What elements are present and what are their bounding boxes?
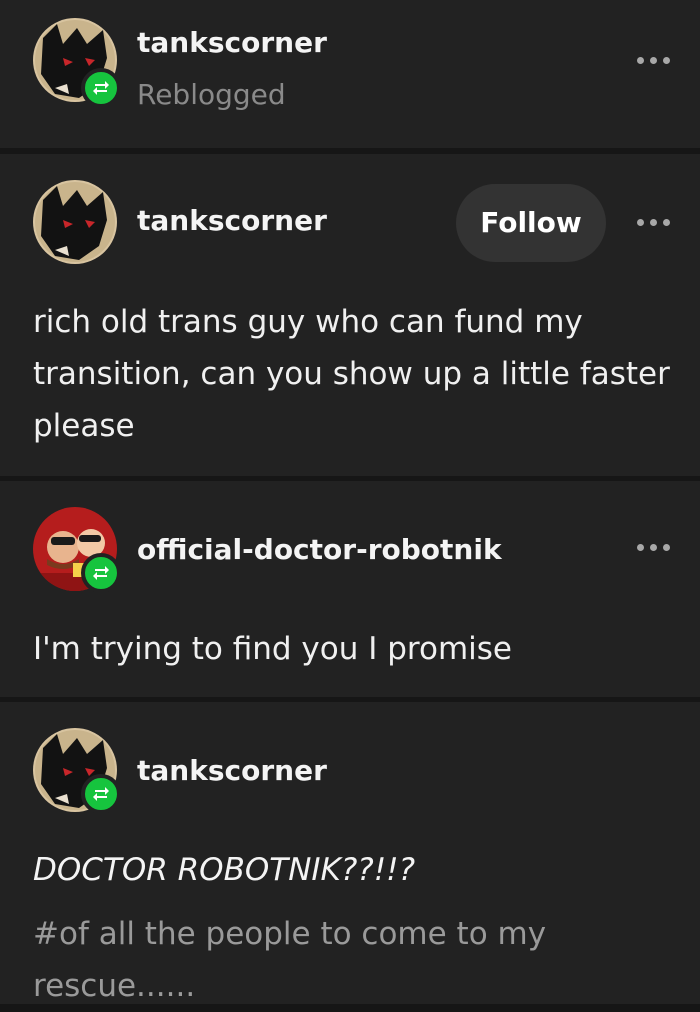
more-options-icon[interactable] [636,216,672,228]
post-tags[interactable]: #of all the people to come to my rescue.… [33,908,653,1012]
thread-post-1: tankscorner Follow rich old trans guy wh… [0,154,700,476]
username[interactable]: tankscorner [137,204,327,237]
reblog-icon [81,774,121,814]
reblog-header: tankscorner Reblogged [0,0,700,148]
username[interactable]: official-doctor-robotnik [137,533,502,566]
thread-post-2: official-doctor-robotnik I'm trying to f… [0,481,700,697]
thread-post-3: tankscorner DOCTOR ROBOTNIK??!!? #of all… [0,702,700,1004]
post-body: DOCTOR ROBOTNIK??!!? [33,852,416,888]
follow-button[interactable]: Follow [456,184,606,262]
reblog-icon [81,553,121,593]
post-body: I'm trying to find you I promise [33,631,512,667]
reblogged-label: Reblogged [137,78,286,111]
more-options-icon[interactable] [636,541,672,553]
reblog-icon [81,68,121,108]
username[interactable]: tankscorner [137,754,327,787]
more-options-icon[interactable] [636,54,672,66]
avatar-tankscorner[interactable] [33,180,117,264]
post-body: rich old trans guy who can fund my trans… [33,304,670,444]
username[interactable]: tankscorner [137,26,327,59]
